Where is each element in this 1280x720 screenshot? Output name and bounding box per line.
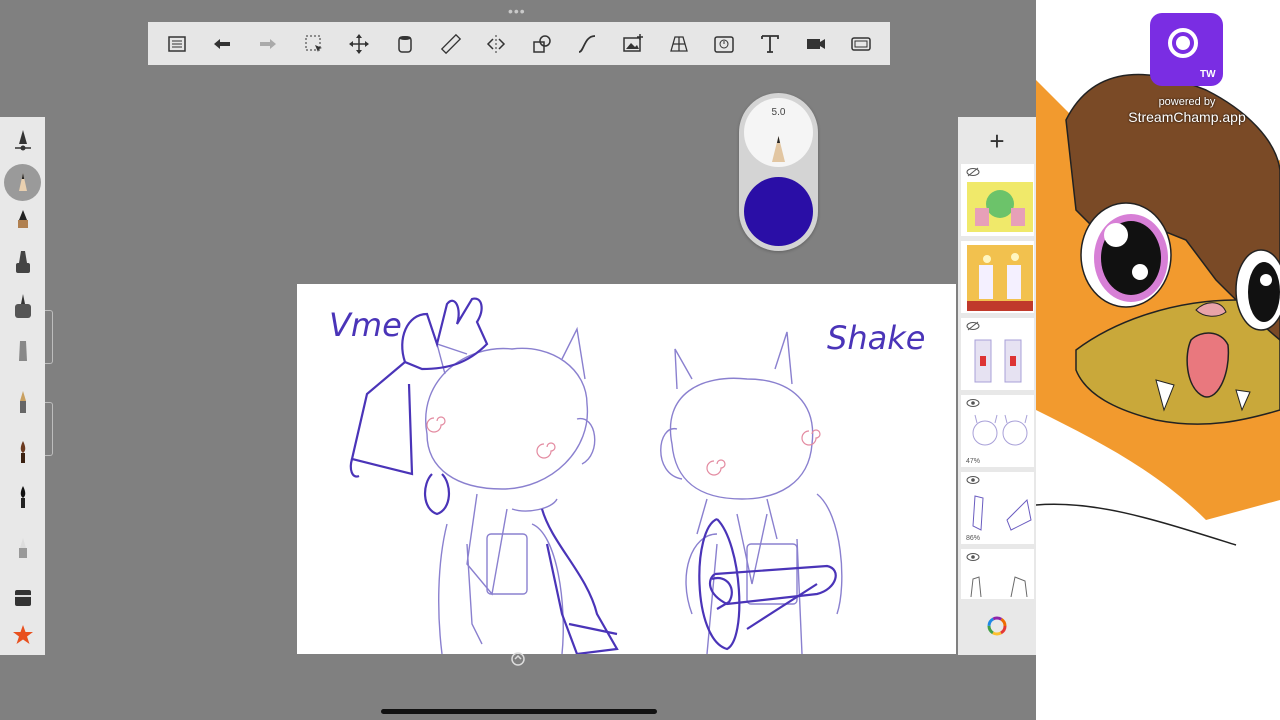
layer-opacity: 47% [966, 458, 981, 465]
layer-item[interactable] [961, 549, 1034, 599]
layer-thumbnail [967, 336, 1033, 386]
brush-library-icon[interactable] [0, 577, 45, 617]
pencil-tip-icon [772, 136, 785, 162]
selection-icon[interactable] [297, 27, 331, 61]
layer-thumbnail [972, 495, 1032, 531]
fill-bucket-icon[interactable] [388, 27, 422, 61]
calligraphy-brush[interactable] [0, 382, 45, 422]
layer-thumbnail [967, 182, 1033, 232]
curve-icon[interactable] [570, 27, 604, 61]
paint-brush[interactable] [0, 432, 45, 472]
layer-item[interactable] [961, 318, 1034, 390]
layer-list-icon[interactable] [160, 27, 194, 61]
undo-icon[interactable] [205, 27, 239, 61]
streamchamp-dot-icon [1176, 36, 1190, 50]
marker-brush[interactable] [0, 242, 45, 282]
streamchamp-logo: TW [1150, 13, 1223, 86]
drawing-workspace[interactable]: ••• 5.0 Vme Shake + 47% 86% [0, 0, 1036, 720]
drawing-canvas[interactable]: Vme Shake [297, 284, 956, 654]
streamchamp-badge: TW [1200, 69, 1216, 80]
layer-item[interactable] [961, 241, 1034, 313]
eye-icon[interactable] [966, 552, 980, 562]
layer-item[interactable] [961, 164, 1034, 236]
color-wheel-icon[interactable] [978, 607, 1016, 645]
toolbar-grip-icon[interactable]: ••• [508, 4, 526, 18]
time-lapse-icon[interactable] [707, 27, 741, 61]
canvas-rotate-icon[interactable] [510, 651, 526, 667]
soft-eraser-brush[interactable] [0, 332, 45, 372]
brush-size-dial[interactable]: 5.0 [744, 98, 813, 167]
ruler-icon[interactable] [434, 27, 468, 61]
hidden-eye-icon[interactable] [966, 167, 980, 177]
eye-icon[interactable] [966, 398, 980, 408]
layer-thumbnail [972, 414, 1028, 446]
move-transform-icon[interactable] [342, 27, 376, 61]
pencil-brush[interactable] [0, 162, 45, 202]
brush-palette [0, 117, 45, 655]
layer-opacity: 86% [966, 535, 981, 542]
hard-eraser-brush[interactable] [0, 527, 45, 567]
palette-edge-handle[interactable] [45, 402, 53, 456]
fullscreen-icon[interactable] [844, 27, 878, 61]
airbrush-brush[interactable] [0, 287, 45, 327]
eye-icon[interactable] [966, 475, 980, 485]
powered-by-text: powered by [1158, 96, 1216, 108]
layer-item[interactable]: 86% [961, 472, 1034, 544]
palette-edge-handle[interactable] [45, 310, 53, 364]
layer-thumbnail [970, 576, 1028, 597]
add-image-icon[interactable] [616, 27, 650, 61]
hidden-eye-icon[interactable] [966, 321, 980, 331]
add-layer-button[interactable]: + [958, 123, 1036, 159]
text-icon[interactable] [753, 27, 787, 61]
streamer-avatar-overlay: TW powered by StreamChamp.app [1036, 0, 1280, 720]
sketch-label-left: Vme [329, 306, 402, 344]
perspective-icon[interactable] [662, 27, 696, 61]
brush-settings-icon[interactable] [0, 119, 45, 159]
ink-brush[interactable] [0, 477, 45, 517]
layers-panel: + 47% 86% [958, 117, 1036, 655]
brush-puck[interactable]: 5.0 [739, 93, 818, 251]
current-color-swatch[interactable] [744, 177, 813, 246]
favorite-star-icon[interactable] [0, 615, 45, 655]
shapes-icon[interactable] [525, 27, 559, 61]
home-indicator[interactable] [381, 709, 657, 714]
layer-item[interactable]: 47% [961, 395, 1034, 467]
inking-pen-brush[interactable] [0, 197, 45, 237]
layer-thumbnail [967, 245, 1033, 311]
symmetry-icon[interactable] [479, 27, 513, 61]
brush-size-value: 5.0 [771, 107, 786, 118]
main-toolbar [148, 22, 890, 65]
streamchamp-url: StreamChamp.app [1128, 109, 1246, 125]
sketch-label-right: Shake [827, 319, 926, 357]
redo-icon[interactable] [251, 27, 285, 61]
video-record-icon[interactable] [799, 27, 833, 61]
avatar-illustration [1036, 0, 1280, 720]
